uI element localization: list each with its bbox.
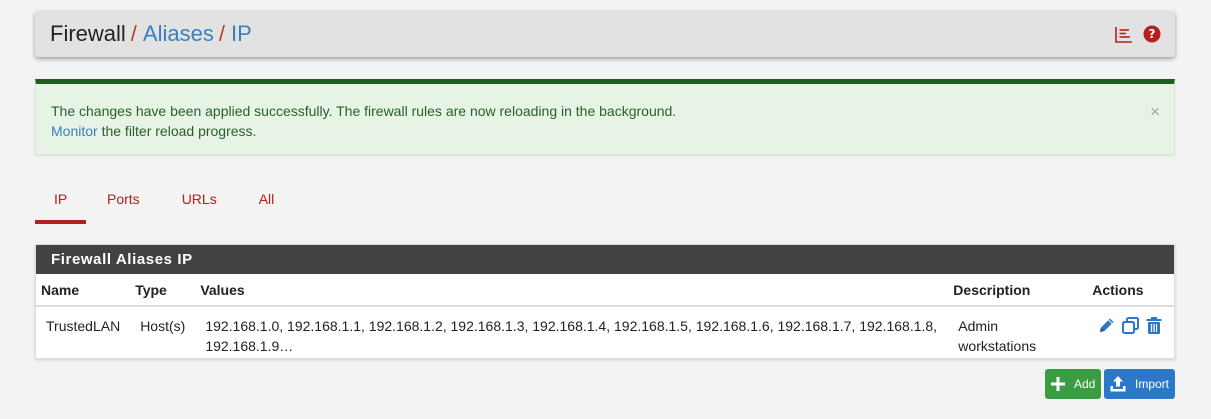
- delete-icon[interactable]: [1145, 316, 1163, 340]
- related-chart-icon[interactable]: [1115, 26, 1133, 43]
- add-button-label: Add: [1074, 377, 1096, 391]
- close-icon[interactable]: ×: [1150, 102, 1160, 122]
- alias-tabs: IP Ports URLs All: [35, 180, 295, 224]
- upload-icon: [1109, 375, 1127, 393]
- success-alert: The changes have been applied successful…: [35, 79, 1175, 155]
- tab-all[interactable]: All: [238, 180, 296, 224]
- row-actions: [1087, 306, 1174, 358]
- add-button[interactable]: Add: [1045, 369, 1101, 399]
- tab-ip[interactable]: IP: [35, 180, 86, 224]
- aliases-panel: Firewall Aliases IP Name Type Values Des…: [35, 244, 1175, 359]
- svg-text:?: ?: [1149, 27, 1156, 41]
- tab-urls[interactable]: URLs: [161, 180, 238, 224]
- column-header-actions: Actions: [1087, 274, 1174, 307]
- breadcrumb-separator: /: [218, 21, 225, 46]
- alert-line-2-text: the filter reload progress.: [97, 123, 257, 139]
- header-bar: Firewall / Aliases / IP ?: [35, 11, 1175, 57]
- alert-line-1: The changes have been applied successful…: [51, 103, 677, 119]
- table-header-row: Name Type Values Description Actions: [36, 274, 1174, 307]
- alert-line-2: Monitor the filter reload progress.: [51, 121, 676, 141]
- copy-icon[interactable]: [1121, 316, 1140, 340]
- aliases-table: Name Type Values Description Actions Tru…: [36, 274, 1174, 358]
- alias-values: 192.168.1.0, 192.168.1.1, 192.168.1.2, 1…: [205, 318, 938, 354]
- column-header-name[interactable]: Name: [36, 274, 131, 307]
- help-icon[interactable]: ?: [1143, 25, 1161, 43]
- breadcrumb-separator: /: [130, 21, 137, 46]
- tab-ports[interactable]: Ports: [86, 180, 161, 224]
- breadcrumb-aliases-link[interactable]: Aliases: [143, 21, 214, 46]
- column-header-values[interactable]: Values: [195, 274, 949, 307]
- column-header-type[interactable]: Type: [130, 274, 196, 307]
- panel-title: Firewall Aliases IP: [36, 245, 1174, 274]
- edit-icon[interactable]: [1097, 316, 1116, 340]
- alias-name: TrustedLAN: [46, 318, 121, 334]
- alias-type: Host(s): [140, 318, 186, 334]
- header-icons: ?: [1115, 25, 1161, 43]
- breadcrumb-current-ip[interactable]: IP: [231, 21, 252, 46]
- table-row[interactable]: TrustedLAN Host(s) 192.168.1.0, 192.168.…: [36, 306, 1174, 358]
- plus-icon: [1050, 376, 1066, 392]
- column-header-description[interactable]: Description: [948, 274, 1088, 307]
- alert-message: The changes have been applied successful…: [51, 101, 676, 141]
- breadcrumb-firewall: Firewall: [50, 21, 126, 46]
- alias-description: Admin workstations: [958, 318, 1037, 354]
- breadcrumb: Firewall / Aliases / IP: [50, 21, 252, 47]
- import-button[interactable]: Import: [1104, 369, 1175, 399]
- import-button-label: Import: [1135, 377, 1170, 391]
- monitor-link[interactable]: Monitor: [51, 123, 98, 139]
